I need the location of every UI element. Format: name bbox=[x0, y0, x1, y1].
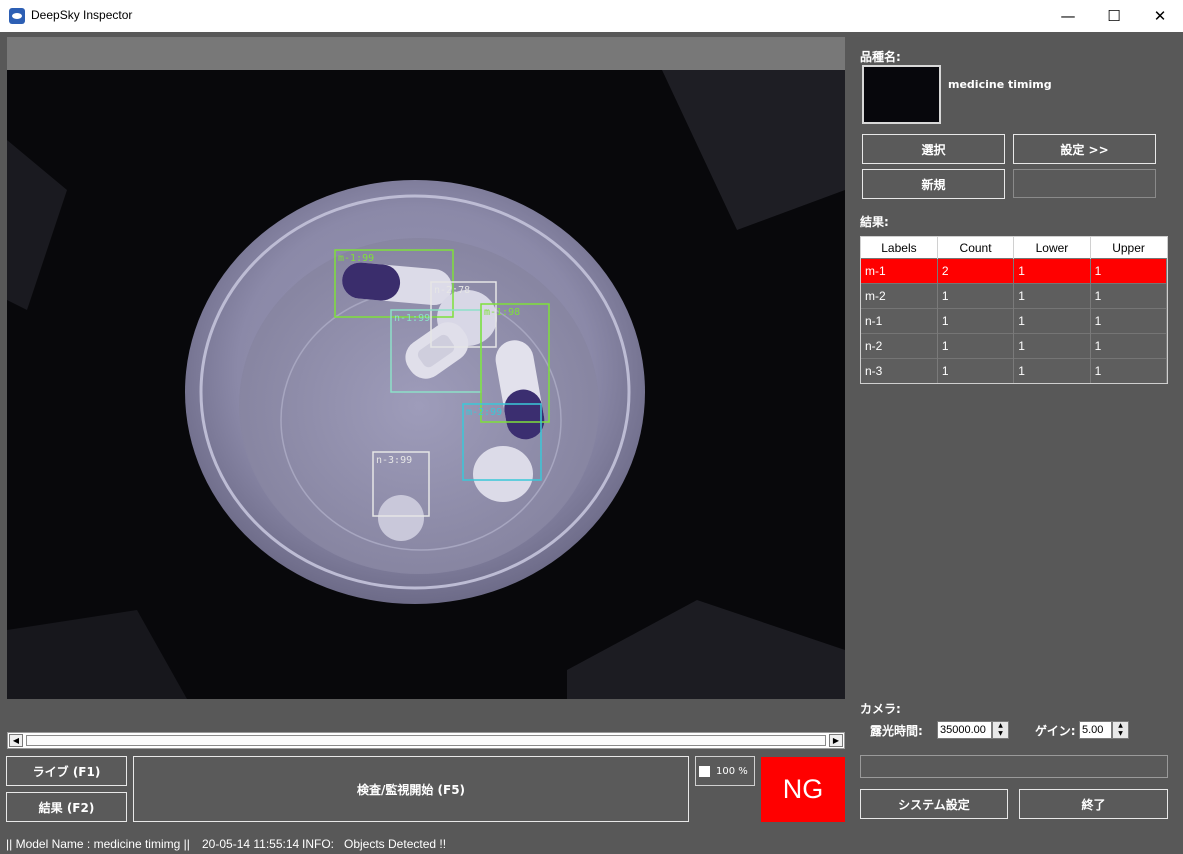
close-button[interactable]: ✕ bbox=[1137, 0, 1183, 32]
gain-label: ゲイン: bbox=[1035, 724, 1076, 738]
camera-heading: カメラ: bbox=[860, 702, 901, 716]
detection-label: m-1:99 bbox=[338, 253, 374, 264]
cell-upper: 1 bbox=[1090, 258, 1168, 284]
detection-label: m-1:98 bbox=[484, 307, 520, 318]
table-row[interactable]: m-1 2 1 1 bbox=[861, 258, 1168, 284]
cell-upper: 1 bbox=[1090, 308, 1168, 334]
live-button[interactable]: ライブ (F1) bbox=[6, 756, 127, 786]
table-header: Labels Count Lower Upper bbox=[861, 237, 1167, 259]
cell-upper: 1 bbox=[1090, 358, 1168, 383]
horizontal-scrollbar[interactable]: ◀ ▶ bbox=[7, 732, 845, 749]
maximize-button[interactable]: ☐ bbox=[1091, 0, 1137, 32]
cell-label: m-2 bbox=[861, 283, 938, 309]
detection-label: n-1:99 bbox=[394, 313, 430, 324]
status-info: INFO: Objects Detected !! bbox=[302, 837, 447, 851]
detection-label: n-2:78 bbox=[434, 285, 470, 296]
exposure-input[interactable]: 35000.00 bbox=[937, 721, 992, 739]
exit-button[interactable]: 終了 bbox=[1019, 789, 1168, 819]
camera-image: m-1:99 n-2:78 n-1:99 m-1:98 m-2:99 n-3:9… bbox=[7, 70, 845, 699]
cell-lower: 1 bbox=[1013, 308, 1091, 334]
system-settings-button[interactable]: システム設定 bbox=[860, 789, 1008, 819]
cell-upper: 1 bbox=[1090, 283, 1168, 309]
results-heading: 結果: bbox=[860, 215, 889, 229]
app-logo-icon bbox=[9, 8, 25, 24]
cell-label: n-1 bbox=[861, 308, 938, 334]
table-row[interactable]: n-1 1 1 1 bbox=[861, 308, 1168, 334]
results-table[interactable]: Labels Count Lower Upper m-1 2 1 1 m-2 1… bbox=[860, 236, 1168, 384]
column-header-labels[interactable]: Labels bbox=[861, 237, 938, 259]
table-row[interactable]: n-3 1 1 1 bbox=[861, 358, 1168, 383]
scroll-left-icon[interactable]: ◀ bbox=[9, 734, 23, 747]
blank-button bbox=[1013, 169, 1156, 198]
cell-count: 1 bbox=[937, 308, 1015, 334]
column-header-upper[interactable]: Upper bbox=[1090, 237, 1167, 259]
cell-count: 1 bbox=[937, 333, 1015, 359]
status-model-name: || Model Name : medicine timimg || bbox=[6, 837, 190, 851]
image-viewer[interactable]: m-1:99 n-2:78 n-1:99 m-1:98 m-2:99 n-3:9… bbox=[7, 37, 845, 699]
cell-count: 1 bbox=[937, 283, 1015, 309]
cell-label: n-3 bbox=[861, 358, 938, 383]
product-name: medicine timimg bbox=[948, 78, 1052, 91]
select-button[interactable]: 選択 bbox=[862, 134, 1005, 164]
exposure-label: 露光時間: bbox=[870, 724, 923, 738]
cell-lower: 1 bbox=[1013, 283, 1091, 309]
inspection-image: m-1:99 n-2:78 n-1:99 m-1:98 m-2:99 n-3:9… bbox=[7, 70, 845, 699]
gain-input[interactable]: 5.00 bbox=[1079, 721, 1112, 739]
minimize-button[interactable]: — bbox=[1045, 0, 1091, 32]
verdict-indicator: NG bbox=[761, 757, 845, 822]
cell-lower: 1 bbox=[1013, 358, 1091, 383]
new-button[interactable]: 新規 bbox=[862, 169, 1005, 199]
title-bar: DeepSky Inspector — ☐ ✕ bbox=[0, 0, 1183, 32]
gain-stepper[interactable]: ▲ ▼ bbox=[1112, 721, 1129, 739]
product-heading: 品種名: bbox=[860, 50, 901, 64]
cell-count: 1 bbox=[937, 358, 1015, 383]
cell-upper: 1 bbox=[1090, 333, 1168, 359]
result-button[interactable]: 結果 (F2) bbox=[6, 792, 127, 822]
cell-lower: 1 bbox=[1013, 333, 1091, 359]
settings-button[interactable]: 設定 >> bbox=[1013, 134, 1156, 164]
column-header-lower[interactable]: Lower bbox=[1013, 237, 1091, 259]
exposure-stepper[interactable]: ▲ ▼ bbox=[992, 721, 1009, 739]
status-timestamp: 20-05-14 11:55:14 bbox=[202, 837, 300, 851]
window-title: DeepSky Inspector bbox=[31, 8, 133, 22]
zoom-checkbox[interactable] bbox=[699, 766, 710, 777]
detection-label: n-3:99 bbox=[376, 455, 412, 466]
inspect-start-button[interactable]: 検査/監視開始 (F5) bbox=[133, 756, 689, 822]
table-row[interactable]: n-2 1 1 1 bbox=[861, 333, 1168, 359]
zoom-toggle[interactable]: 100 % bbox=[695, 756, 755, 786]
table-row[interactable]: m-2 1 1 1 bbox=[861, 283, 1168, 309]
scroll-right-icon[interactable]: ▶ bbox=[829, 734, 843, 747]
column-header-count[interactable]: Count bbox=[937, 237, 1015, 259]
detection-label: m-2:99 bbox=[466, 407, 502, 418]
status-bar: || Model Name : medicine timimg || 20-05… bbox=[0, 833, 1183, 854]
cell-lower: 1 bbox=[1013, 258, 1091, 284]
scroll-thumb[interactable] bbox=[26, 735, 826, 746]
status-message-field bbox=[860, 755, 1168, 778]
zoom-label: 100 % bbox=[716, 766, 748, 777]
cell-count: 2 bbox=[937, 258, 1015, 284]
product-thumbnail bbox=[862, 65, 941, 124]
cell-label: n-2 bbox=[861, 333, 938, 359]
cell-label: m-1 bbox=[861, 258, 938, 284]
